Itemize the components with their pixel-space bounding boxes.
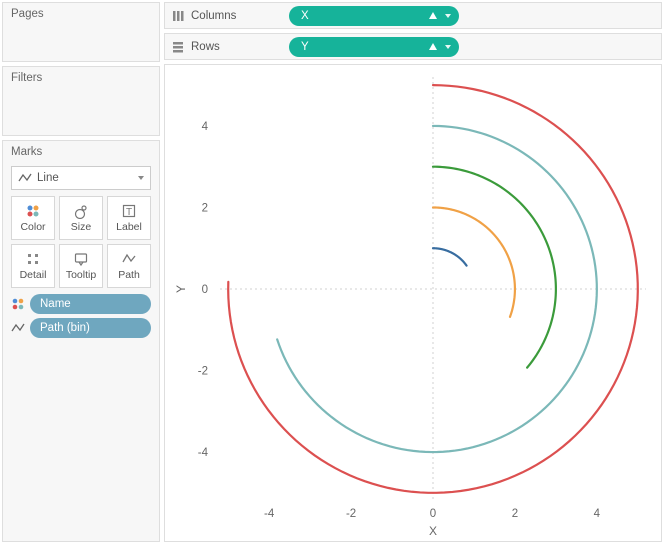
label-icon: T <box>121 203 137 219</box>
mark-type-dropdown[interactable]: Line <box>11 166 151 190</box>
columns-label: Columns <box>191 10 236 22</box>
marks-detail-button[interactable]: Detail <box>11 244 55 288</box>
marks-detail-label: Detail <box>20 269 47 281</box>
svg-text:-2: -2 <box>346 508 356 520</box>
marks-size-button[interactable]: Size <box>59 196 103 240</box>
color-icon <box>11 297 25 311</box>
line-icon <box>18 171 32 185</box>
color-icon <box>25 203 41 219</box>
rows-field-pill[interactable]: Y <box>289 37 459 57</box>
rows-label: Rows <box>191 41 220 53</box>
pill-name-label: Name <box>30 294 151 314</box>
marks-tooltip-label: Tooltip <box>66 269 96 281</box>
filters-panel: Filters <box>2 66 160 136</box>
svg-text:X: X <box>429 524 437 538</box>
marks-path-button[interactable]: Path <box>107 244 151 288</box>
marks-pill-path-bin[interactable]: Path (bin) <box>11 318 151 338</box>
mark-type-label: Line <box>37 167 59 189</box>
delta-icon <box>429 43 437 50</box>
columns-field-pill[interactable]: X <box>289 6 459 26</box>
marks-label-button[interactable]: T Label <box>107 196 151 240</box>
svg-text:2: 2 <box>202 202 208 214</box>
svg-text:-4: -4 <box>198 447 209 459</box>
delta-icon <box>429 12 437 19</box>
marks-path-label: Path <box>118 269 140 281</box>
detail-icon <box>25 251 41 267</box>
svg-text:-2: -2 <box>198 366 208 378</box>
marks-color-label: Color <box>20 221 45 233</box>
size-icon <box>73 203 89 219</box>
columns-shelf[interactable]: Columns X <box>164 2 662 29</box>
svg-text:-4: -4 <box>264 508 275 520</box>
marks-color-button[interactable]: Color <box>11 196 55 240</box>
marks-tooltip-button[interactable]: Tooltip <box>59 244 103 288</box>
svg-text:0: 0 <box>430 508 436 520</box>
pages-panel: Pages <box>2 2 160 62</box>
chevron-down-icon <box>138 176 144 180</box>
columns-field-label: X <box>301 10 309 22</box>
chart-canvas[interactable]: -4 -2 0 2 4 -4 -2 0 2 4 X Y <box>164 64 662 542</box>
filters-title: Filters <box>3 67 159 88</box>
svg-text:4: 4 <box>202 121 209 133</box>
pill-path-bin-label: Path (bin) <box>30 318 151 338</box>
rows-field-label: Y <box>301 41 309 53</box>
svg-text:T: T <box>126 207 132 218</box>
pages-title: Pages <box>3 3 159 24</box>
columns-icon <box>171 9 185 23</box>
rows-shelf[interactable]: Rows Y <box>164 33 662 60</box>
rows-icon <box>171 40 185 54</box>
marks-pill-name[interactable]: Name <box>11 294 151 314</box>
path-icon <box>121 251 137 267</box>
marks-panel: Marks Line Color <box>2 140 160 542</box>
tooltip-icon <box>73 251 89 267</box>
marks-title: Marks <box>3 141 159 162</box>
svg-text:2: 2 <box>512 508 518 520</box>
svg-text:0: 0 <box>202 284 208 296</box>
svg-text:4: 4 <box>594 508 601 520</box>
svg-text:Y: Y <box>174 285 188 293</box>
marks-label-label: Label <box>116 221 142 233</box>
line-icon <box>11 321 25 335</box>
chevron-down-icon <box>445 45 451 49</box>
chevron-down-icon <box>445 14 451 18</box>
marks-size-label: Size <box>71 221 91 233</box>
